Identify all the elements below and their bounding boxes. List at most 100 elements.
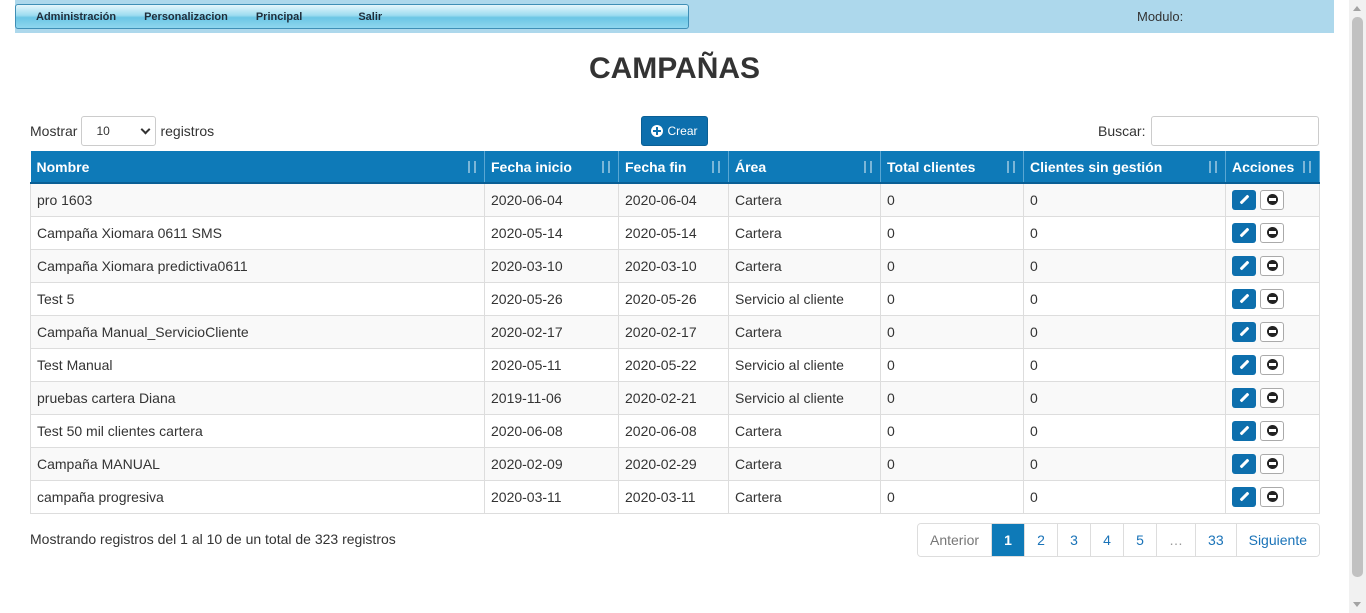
column-header-label: Fecha inicio: [491, 158, 572, 175]
remove-button[interactable]: [1260, 255, 1284, 276]
table-cell: 0: [1023, 347, 1226, 382]
pagination-page[interactable]: 3: [1057, 524, 1091, 556]
sort-icon[interactable]: [710, 160, 722, 174]
minus-circle-icon: [1266, 326, 1278, 337]
pencil-icon: [1239, 392, 1249, 403]
column-header[interactable]: Área: [728, 151, 881, 184]
pagination-page[interactable]: 2: [1024, 524, 1058, 556]
edit-button[interactable]: [1232, 387, 1256, 408]
table-cell: 0: [880, 281, 1024, 316]
table-cell: Servicio al cliente: [728, 380, 881, 415]
table-cell: 0: [880, 182, 1024, 217]
minus-circle-icon: [1266, 194, 1278, 206]
edit-button[interactable]: [1232, 222, 1256, 243]
actions-cell: [1225, 314, 1320, 349]
menu-item-salir[interactable]: Salir: [302, 11, 382, 23]
table-row: pro 1603 2020-06-04 2020-06-04 Cartera 0 0: [30, 182, 1320, 217]
column-header[interactable]: Acciones: [1225, 151, 1320, 184]
remove-button[interactable]: [1260, 288, 1284, 309]
table-row: pruebas cartera Diana 2019-11-06 2020-02-2…: [30, 380, 1320, 415]
remove-button[interactable]: [1260, 189, 1284, 210]
table-cell: pro 1603: [30, 182, 485, 217]
remove-button[interactable]: [1260, 387, 1284, 408]
pencil-icon: [1239, 425, 1249, 436]
table-cell: Cartera: [728, 248, 881, 283]
table-cell: Cartera: [728, 446, 881, 481]
edit-button[interactable]: [1232, 255, 1256, 276]
column-header[interactable]: Fecha fin: [618, 151, 729, 184]
pencil-icon: [1239, 260, 1249, 271]
table-row: Campaña Xiomara predictiva0611 2020-03-10…: [30, 248, 1320, 283]
column-header[interactable]: Fecha inicio: [484, 151, 619, 184]
table-cell: 2020-06-04: [484, 182, 619, 217]
edit-button[interactable]: [1232, 354, 1256, 375]
top-bar: Administración Personalizacion Principal…: [15, 0, 1334, 33]
remove-button[interactable]: [1260, 321, 1284, 342]
pagination-next[interactable]: Siguiente: [1235, 524, 1319, 556]
table-cell: 2020-02-17: [618, 314, 729, 349]
scroll-thumb[interactable]: [1352, 17, 1363, 577]
remove-button[interactable]: [1260, 354, 1284, 375]
pagination-page[interactable]: 4: [1090, 524, 1124, 556]
edit-button[interactable]: [1232, 321, 1256, 342]
table-body: pro 1603 2020-06-04 2020-06-04 Cartera 0 0 Cam…: [30, 182, 1320, 514]
table-cell: 0: [880, 479, 1024, 514]
table-cell: 2020-06-04: [618, 182, 729, 217]
table-cell: 0: [880, 413, 1024, 448]
table-cell: 2020-02-21: [618, 380, 729, 415]
create-button-label: Crear: [667, 124, 698, 138]
pagination-previous[interactable]: Anterior: [918, 524, 992, 556]
edit-button[interactable]: [1232, 420, 1256, 441]
actions-cell: [1225, 446, 1320, 481]
page-length-select[interactable]: 10: [81, 116, 157, 146]
page-scrollbar[interactable]: [1349, 0, 1366, 613]
sort-icon[interactable]: [466, 160, 478, 174]
column-header[interactable]: Total clientes: [880, 151, 1024, 184]
sort-icon[interactable]: [600, 160, 612, 174]
table-cell: 0: [1023, 182, 1226, 217]
pagination-page[interactable]: 33: [1195, 524, 1236, 556]
edit-button[interactable]: [1232, 189, 1256, 210]
table-cell: 0: [1023, 413, 1226, 448]
column-header[interactable]: Nombre: [30, 151, 485, 184]
table-row: Campaña MANUAL 2020-02-09 2020-02-29 Carter…: [30, 446, 1320, 481]
remove-button[interactable]: [1260, 420, 1284, 441]
search-input[interactable]: [1151, 116, 1320, 146]
table-row: campaña progresiva 2020-03-11 2020-03-11 Ca…: [30, 479, 1320, 514]
remove-button[interactable]: [1260, 453, 1284, 474]
scroll-down-arrow-icon[interactable]: [1353, 602, 1361, 607]
minus-circle-icon: [1266, 458, 1278, 469]
sort-icon[interactable]: [1005, 160, 1017, 174]
sort-icon[interactable]: [862, 160, 874, 174]
pencil-icon: [1239, 359, 1249, 370]
minus-circle-icon: [1266, 260, 1278, 271]
pagination-page[interactable]: 5: [1123, 524, 1157, 556]
remove-button[interactable]: [1260, 486, 1284, 507]
menu-item-personalizacion[interactable]: Personalizacion: [116, 11, 228, 23]
minus-circle-icon: [1266, 293, 1278, 304]
menu-item-principal[interactable]: Principal: [228, 11, 302, 23]
edit-button[interactable]: [1232, 288, 1256, 309]
page-title: CAMPAÑAS: [588, 52, 761, 85]
minus-circle-icon: [1266, 425, 1278, 436]
show-label: Mostrar: [30, 123, 78, 139]
table-cell: 0: [880, 380, 1024, 415]
column-header[interactable]: Clientes sin gestión: [1023, 151, 1226, 184]
create-button[interactable]: Crear: [641, 116, 708, 146]
sort-icon[interactable]: [1207, 160, 1219, 174]
edit-button[interactable]: [1232, 486, 1256, 507]
menu-item-administracion[interactable]: Administración: [16, 11, 116, 23]
remove-button[interactable]: [1260, 222, 1284, 243]
table-cell: Test 5: [30, 281, 485, 316]
actions-cell: [1225, 182, 1320, 217]
column-header-label: Área: [735, 158, 767, 175]
modulo-label: Modulo:: [1137, 9, 1184, 24]
sort-icon[interactable]: [1301, 160, 1313, 174]
table-row: Campaña Manual_ServicioCliente 2020-02-17…: [30, 314, 1320, 349]
column-header-label: Nombre: [36, 158, 90, 175]
edit-button[interactable]: [1232, 453, 1256, 474]
table-cell: 0: [1023, 479, 1226, 514]
scroll-up-arrow-icon[interactable]: [1353, 6, 1361, 11]
pagination-page[interactable]: 1: [991, 524, 1025, 556]
table-cell: campaña progresiva: [30, 479, 485, 514]
